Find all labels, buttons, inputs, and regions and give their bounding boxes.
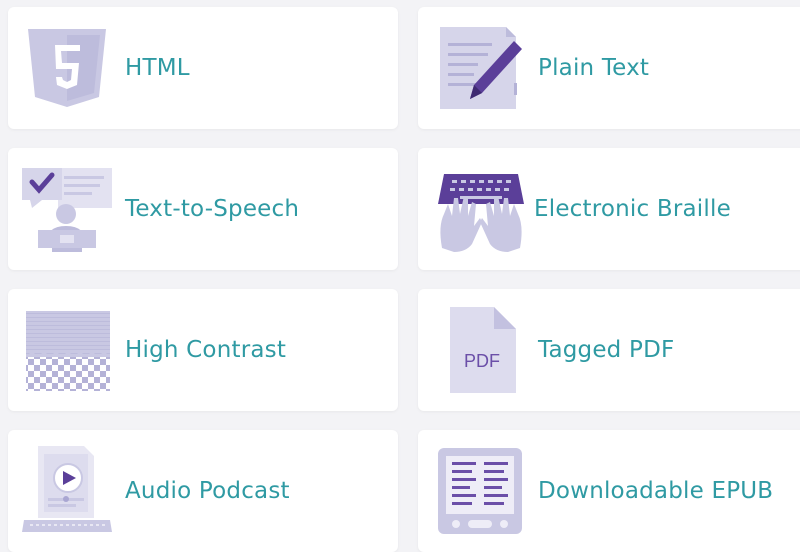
- format-card-electronic-braille[interactable]: Electronic Braille: [418, 148, 800, 270]
- format-label-audio-podcast: Audio Podcast: [125, 478, 290, 504]
- text-to-speech-icon: [22, 164, 112, 254]
- format-label-plain-text: Plain Text: [538, 55, 650, 81]
- format-label-html: HTML: [125, 55, 190, 81]
- format-card-plain-text[interactable]: Plain Text: [418, 7, 800, 129]
- format-grid: HTML Plain Text Text-to-Speech Electroni…: [0, 0, 800, 552]
- format-label-text-to-speech: Text-to-Speech: [125, 196, 300, 222]
- pdf-file-icon: PDF: [436, 305, 526, 395]
- epub-reader-icon: [436, 446, 526, 536]
- audio-podcast-icon: [22, 446, 112, 536]
- format-card-html[interactable]: HTML: [8, 7, 398, 129]
- format-card-downloadable-epub[interactable]: Downloadable EPUB: [418, 430, 800, 552]
- html5-icon: [22, 23, 112, 113]
- format-card-high-contrast[interactable]: High Contrast: [8, 289, 398, 411]
- high-contrast-icon: [22, 305, 112, 395]
- document-pen-icon: [436, 23, 526, 113]
- format-card-text-to-speech[interactable]: Text-to-Speech: [8, 148, 398, 270]
- braille-keyboard-icon: [436, 164, 526, 254]
- format-label-tagged-pdf: Tagged PDF: [538, 337, 675, 363]
- format-label-high-contrast: High Contrast: [125, 337, 287, 363]
- format-card-audio-podcast[interactable]: Audio Podcast: [8, 430, 398, 552]
- format-label-downloadable-epub: Downloadable EPUB: [538, 478, 774, 504]
- format-label-electronic-braille: Electronic Braille: [534, 196, 731, 222]
- format-card-tagged-pdf[interactable]: PDF Tagged PDF: [418, 289, 800, 411]
- pdf-icon-text: PDF: [464, 351, 500, 371]
